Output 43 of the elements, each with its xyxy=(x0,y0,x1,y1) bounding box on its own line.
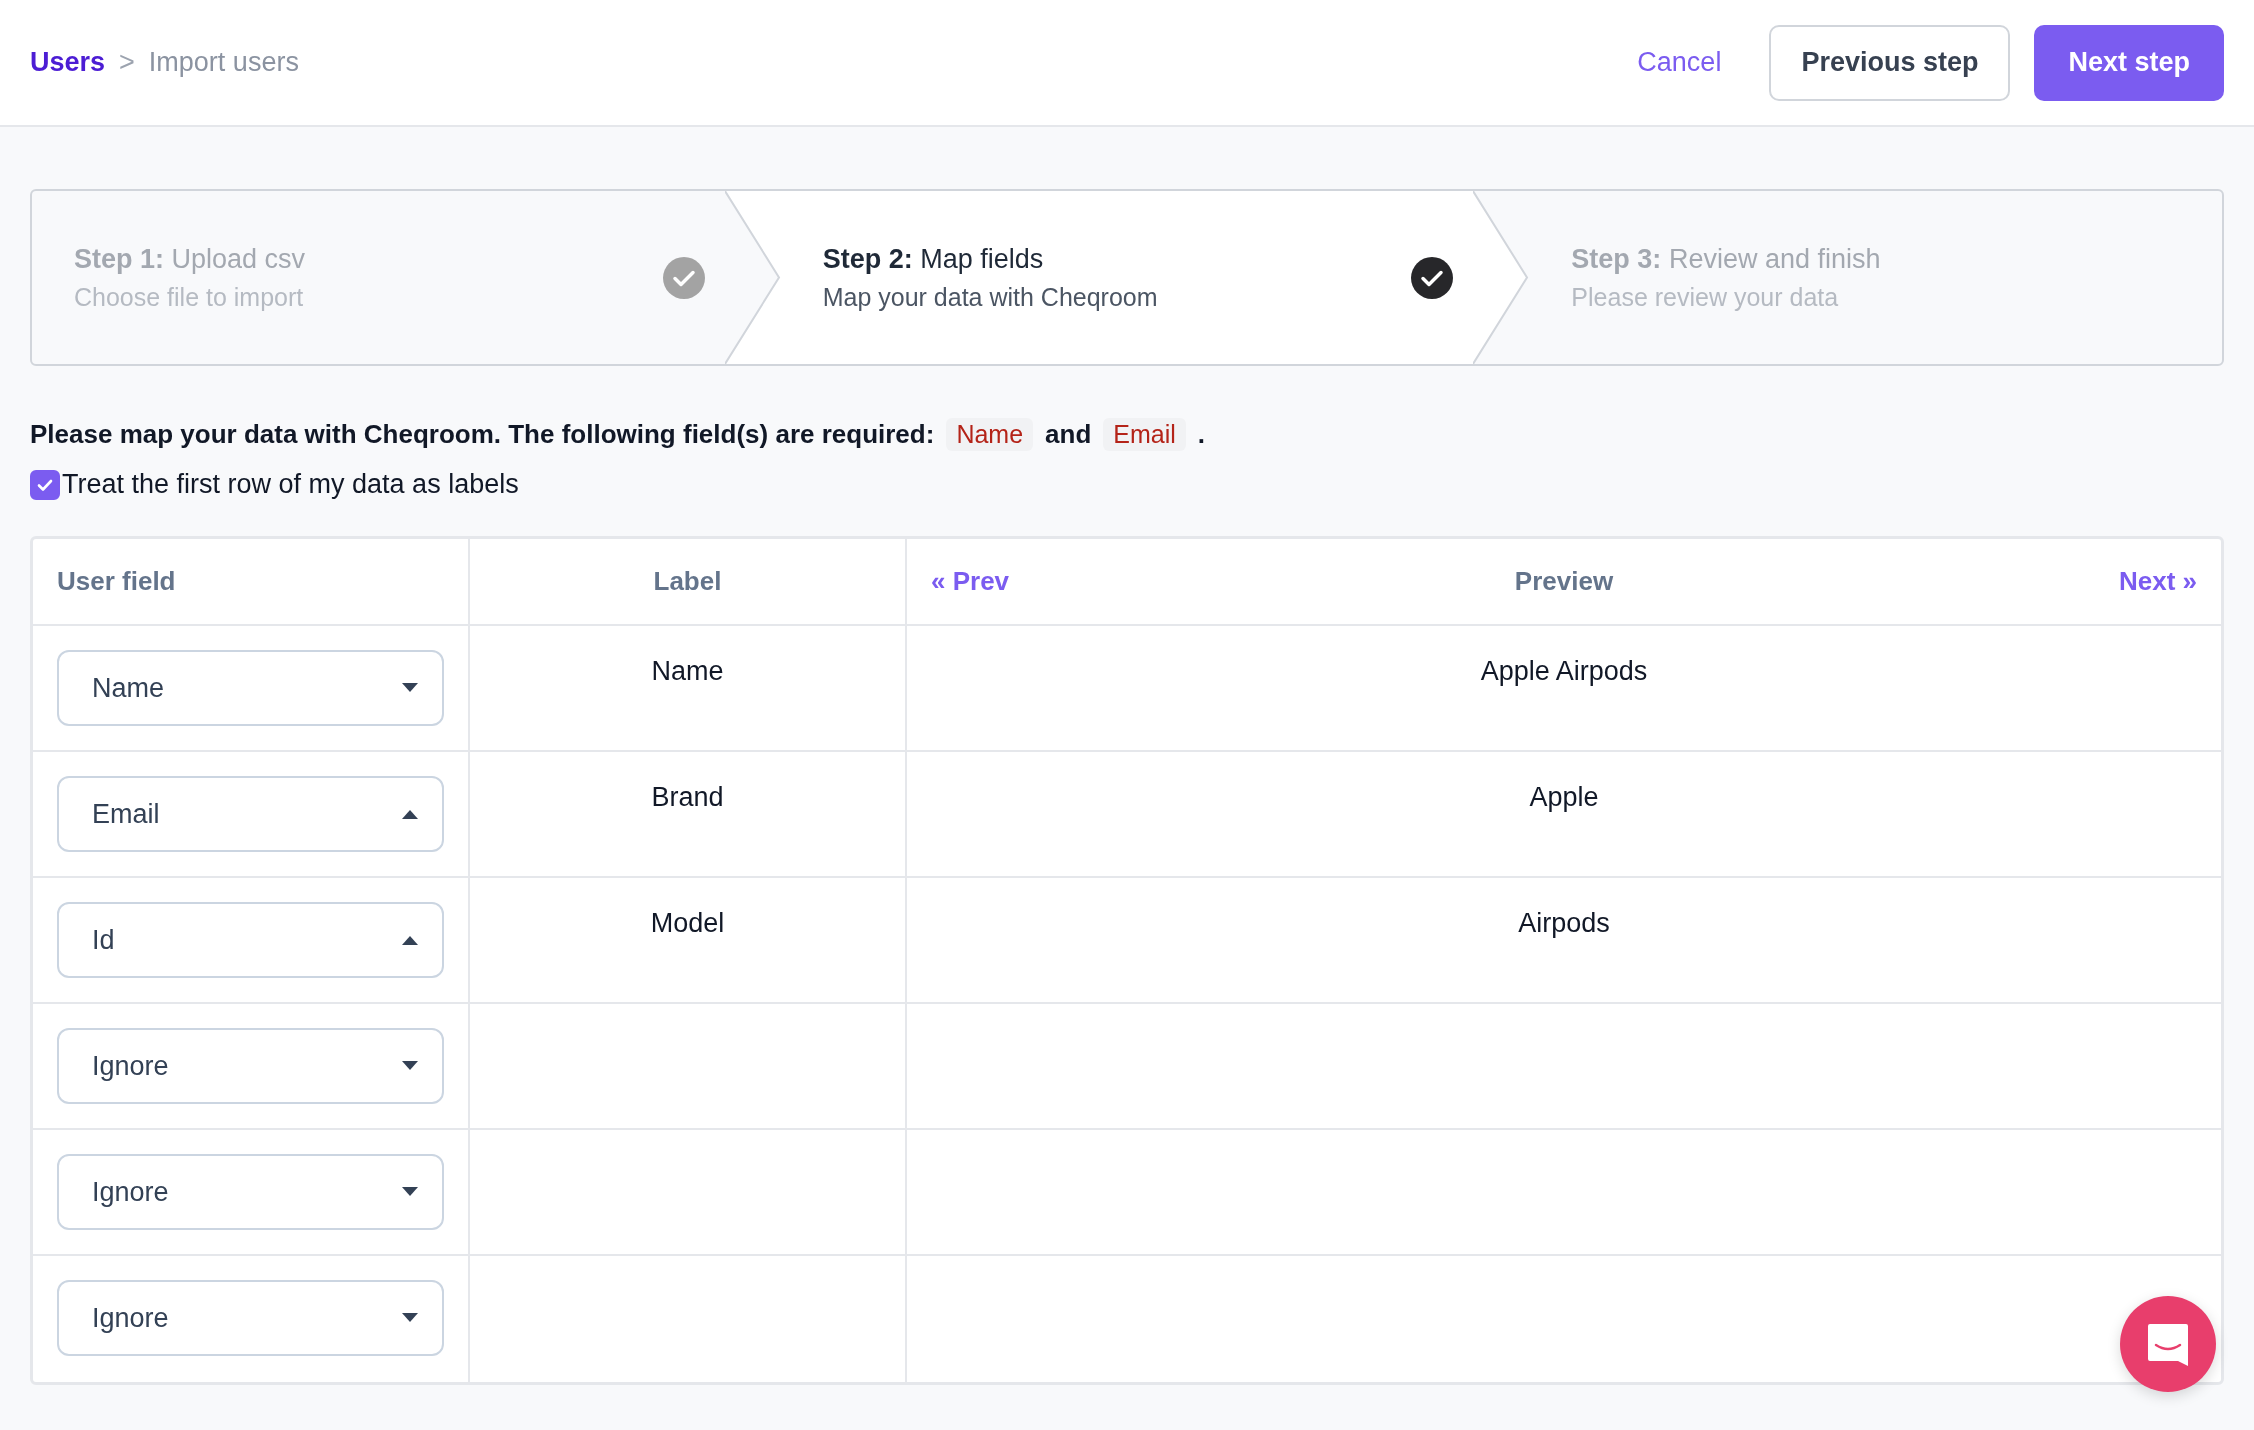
checkbox[interactable] xyxy=(30,469,60,500)
breadcrumb-current: Import users xyxy=(148,47,299,78)
column-header: Preview xyxy=(1514,566,1614,597)
previous-step-button[interactable]: Previous step xyxy=(1769,24,2011,101)
preview-cell-text: Airpods xyxy=(1518,908,1610,940)
next-link[interactable]: Next » xyxy=(2118,566,2197,597)
caret-icon xyxy=(402,1313,418,1323)
next-step-button[interactable]: Next step xyxy=(2034,24,2224,101)
column-header: Label xyxy=(653,566,722,597)
breadcrumb-separator: > xyxy=(119,47,135,78)
required-field-tag: Name xyxy=(946,418,1034,451)
field-select[interactable]: Name xyxy=(57,650,444,726)
step-title: Step 3: Review and finish xyxy=(1571,243,1881,275)
field-select[interactable]: Email xyxy=(57,776,444,852)
field-select[interactable]: Ignore xyxy=(57,1154,444,1230)
field-select[interactable]: Ignore xyxy=(57,1028,444,1104)
preview-cell-text: Apple xyxy=(1529,782,1599,814)
caret-icon xyxy=(402,1187,418,1197)
required-field-tag: Email xyxy=(1103,418,1186,451)
instruction-period: . xyxy=(1197,419,1206,450)
label-cell-text: Model xyxy=(650,908,725,940)
cancel-button[interactable]: Cancel xyxy=(1613,37,1746,88)
label-cell-text: Name xyxy=(651,656,724,688)
step-subtitle: Map your data with Cheqroom xyxy=(822,282,1158,312)
caret-icon xyxy=(402,1061,418,1071)
caret-icon xyxy=(402,683,418,693)
preview-cell-text: Apple Airpods xyxy=(1480,656,1648,688)
users-link[interactable]: Users xyxy=(30,47,106,78)
instruction-text: Please map your data with Cheqroom. The following field(s) are required: xyxy=(30,419,935,450)
prev-link[interactable]: « Prev xyxy=(931,566,1010,597)
instruction-conjunction: and xyxy=(1045,419,1092,450)
field-select[interactable]: Id xyxy=(57,902,444,978)
label-cell-text: Brand xyxy=(651,782,724,814)
chat-icon xyxy=(2146,1322,2190,1366)
caret-icon xyxy=(402,935,418,945)
step-subtitle: Please review your data xyxy=(1571,282,1840,312)
checkbox-label: Treat the first row of my data as labels xyxy=(62,469,519,500)
step-subtitle: Choose file to import xyxy=(74,282,305,312)
column-header: User field xyxy=(57,566,176,597)
caret-icon xyxy=(402,809,418,819)
step-title: Step 1: Upload csv xyxy=(74,243,306,275)
field-select[interactable]: Ignore xyxy=(57,1280,444,1356)
step-title: Step 2: Map fields xyxy=(822,243,1045,275)
